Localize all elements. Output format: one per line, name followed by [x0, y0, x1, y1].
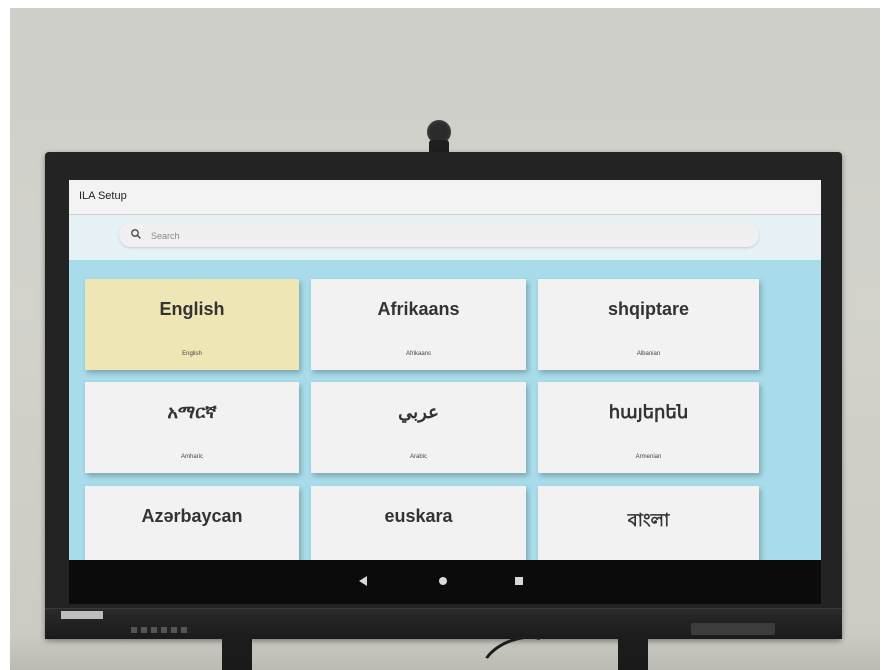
language-english-name: Amharic	[180, 454, 203, 460]
language-native-name: عربي	[398, 402, 439, 422]
language-english-name: Armenian	[635, 454, 662, 460]
display-screen: ILA Setup English English	[69, 180, 821, 604]
app-title: ILA Setup	[79, 190, 127, 202]
app-titlebar: ILA Setup	[69, 180, 821, 215]
search-bar[interactable]	[119, 223, 759, 247]
language-english-name: English	[182, 351, 202, 357]
monitor: ILA Setup English English	[45, 152, 842, 639]
back-triangle-icon[interactable]	[359, 576, 367, 586]
language-native-name: English	[159, 299, 225, 319]
language-tile-basque[interactable]: euskara	[311, 486, 526, 560]
language-native-name: አማርኛ	[167, 402, 217, 422]
language-tile-amharic[interactable]: አማርኛ Amharic	[85, 382, 299, 473]
language-tile-armenian[interactable]: հայերեն Armenian	[538, 382, 759, 473]
language-native-name: বাংলা	[627, 510, 670, 530]
language-native-name: shqiptare	[607, 299, 690, 319]
brand-sticker	[61, 611, 103, 619]
language-tile-azerbaijani[interactable]: Azərbaycan	[85, 486, 299, 560]
language-english-name: Arabic	[409, 454, 427, 460]
recent-apps-square-icon[interactable]	[515, 577, 523, 585]
language-tile-bengali[interactable]: বাংলা	[538, 486, 759, 560]
language-english-name: Albanian	[636, 351, 661, 357]
language-native-name: Afrikaans	[377, 299, 460, 319]
search-input[interactable]	[149, 226, 743, 246]
language-english-name: Afrikaans	[405, 351, 431, 357]
app-window: ILA Setup English English	[69, 180, 821, 560]
language-native-name: հայերեն	[608, 402, 689, 422]
search-icon	[131, 229, 141, 239]
language-native-name: euskara	[384, 506, 453, 526]
language-tile-arabic[interactable]: عربي Arabic	[311, 382, 526, 473]
language-tile-english[interactable]: English English	[85, 279, 299, 370]
language-native-name: Azərbaycan	[141, 506, 243, 526]
language-tile-albanian[interactable]: shqiptare Albanian	[538, 279, 759, 370]
photo-background: ILA Setup English English	[10, 8, 880, 670]
home-circle-icon[interactable]	[439, 577, 447, 585]
language-tile-afrikaans[interactable]: Afrikaans Afrikaans	[311, 279, 526, 370]
android-navigation-bar	[69, 560, 821, 604]
floor-shadow	[10, 630, 880, 670]
search-area	[69, 215, 821, 260]
